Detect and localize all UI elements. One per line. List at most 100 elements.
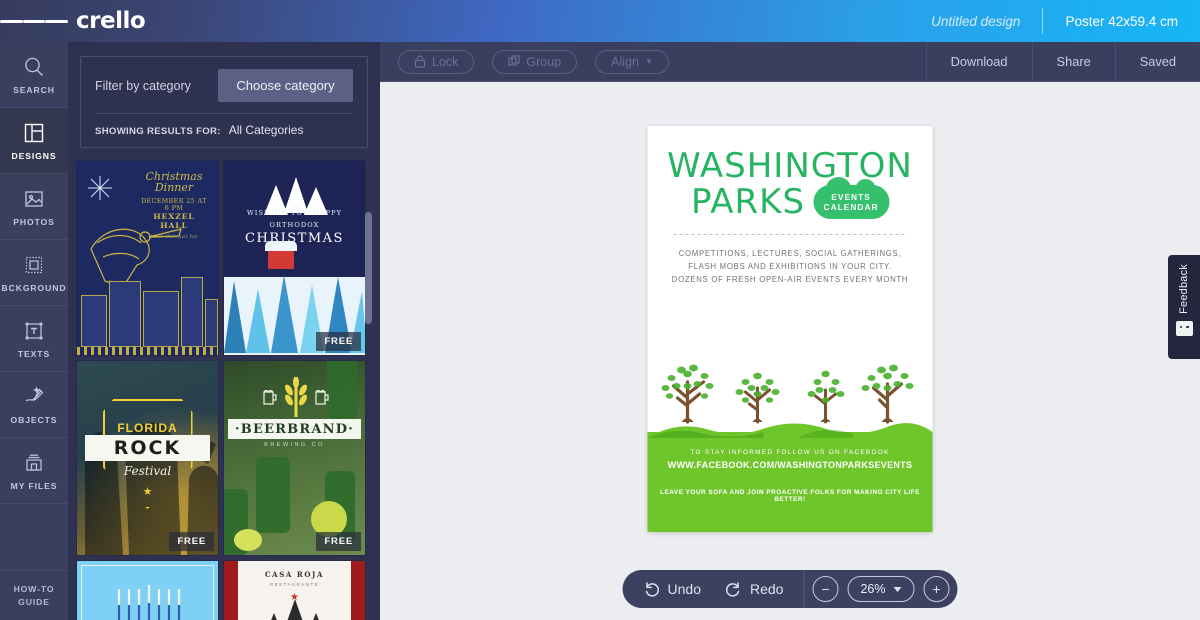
- group-button[interactable]: Group: [492, 49, 578, 74]
- card-line2: ORTHODOX: [269, 221, 320, 229]
- sidebar-label-background: BCKGROUND: [1, 283, 67, 293]
- filter-by-category-label: Filter by category: [95, 78, 191, 93]
- sidebar-item-background[interactable]: BCKGROUND: [0, 240, 68, 306]
- poster-body-line1: COMPETITIONS, LECTURES, SOCIAL GATHERING…: [678, 249, 902, 258]
- crello-editor-window: crello Untitled design Poster 42x59.4 cm…: [0, 0, 1200, 620]
- template-card-casa-roja[interactable]: CASA ROJA RESTAURANTE ★: [223, 560, 366, 620]
- poster-design[interactable]: WASHINGTON PARKS EVENTS CALENDAR COMPETI…: [647, 126, 933, 532]
- badge-line1: EVENTS: [831, 192, 871, 202]
- document-title-input[interactable]: Untitled design: [931, 14, 1042, 29]
- bottombar-divider: [803, 570, 805, 608]
- sidebar-item-my-files[interactable]: MY FILES: [0, 438, 68, 504]
- menorah-icon: [117, 585, 181, 620]
- sidebar-label-texts: TEXTS: [17, 349, 51, 359]
- how-to-guide-line1: HOW-TO: [13, 583, 55, 594]
- lock-label: Lock: [432, 54, 459, 69]
- tree-silhouette: [271, 599, 319, 620]
- zoom-level-value: 26%: [860, 582, 886, 596]
- poster-footer-line3: LEAVE YOUR SOFA AND JOIN PROACTIVE FOLKS…: [660, 489, 920, 503]
- group-label: Group: [526, 54, 562, 69]
- document-size-label[interactable]: Poster 42x59.4 cm: [1043, 14, 1200, 29]
- folder-icon: [23, 450, 45, 476]
- template-card-orthodox-christmas[interactable]: WISHING YOU HAPPY ORTHODOX CHRISTMAS FRE…: [223, 160, 366, 356]
- pen-star-icon: [23, 384, 45, 410]
- canvas-area[interactable]: WASHINGTON PARKS EVENTS CALENDAR COMPETI…: [380, 82, 1200, 620]
- panel-scrollbar[interactable]: [365, 160, 372, 620]
- sidebar-label-designs: DESIGNS: [11, 151, 57, 161]
- zoom-out-icon[interactable]: −: [812, 576, 839, 602]
- header-right-group: Untitled design Poster 42x59.4 cm: [931, 0, 1200, 42]
- left-tool-rail: SEARCH DESIGNS PHOTOS BCKGROUND TEXTS OB…: [0, 42, 68, 620]
- free-badge: FREE: [316, 332, 361, 351]
- template-grid: Christmas Dinner DECEMBER 25 AT 6 PM HEX…: [76, 160, 372, 620]
- card-line3: Festival: [123, 464, 172, 478]
- designs-panel: Filter by category Choose category SHOWI…: [68, 42, 380, 620]
- undo-button[interactable]: Undo: [631, 580, 713, 598]
- rock-ribbon: ROCK: [85, 435, 210, 461]
- poster-green-band: TO STAY INFORMED FOLLOW US ON FACEBOOK W…: [647, 423, 933, 532]
- redo-label: Redo: [749, 581, 784, 597]
- showing-results-row: SHOWING RESULTS FOR: All Categories: [95, 123, 353, 137]
- poster-body-line2: FLASH MOBS AND EXHIBITIONS IN YOUR CITY.: [688, 262, 892, 271]
- align-label: Align: [611, 54, 639, 69]
- hills-shape: [647, 423, 933, 438]
- lock-button[interactable]: Lock: [398, 49, 475, 74]
- image-icon: [23, 186, 45, 212]
- brand-logo[interactable]: crello: [76, 8, 146, 34]
- editor-toolbar: Lock Group Align ▼ Download Share Saved: [380, 41, 1200, 82]
- sidebar-item-photos[interactable]: PHOTOS: [0, 174, 68, 240]
- card-line1: CASA ROJA: [265, 570, 324, 579]
- group-icon: [508, 55, 521, 66]
- sidebar-item-objects[interactable]: OBJECTS: [0, 372, 68, 438]
- wheat-icon: [285, 377, 307, 417]
- template-card-florida-rock[interactable]: FLORIDA ROCK Festival ★ FREE: [76, 360, 219, 556]
- sidebar-item-designs[interactable]: DESIGNS: [0, 108, 68, 174]
- zoom-in-icon[interactable]: +: [923, 576, 950, 602]
- share-button[interactable]: Share: [1033, 42, 1115, 82]
- free-badge: FREE: [169, 532, 214, 551]
- card-line2: RESTAURANTE: [269, 582, 320, 587]
- beer-ribbon: ·BEERBRAND·: [228, 419, 361, 439]
- sidebar-label-objects: OBJECTS: [10, 415, 58, 425]
- card-line1: WISHING YOU HAPPY: [246, 209, 343, 217]
- poster-title-row: PARKS EVENTS CALENDAR: [648, 177, 933, 220]
- sidebar-label-search: SEARCH: [13, 85, 55, 95]
- undo-label: Undo: [667, 581, 701, 597]
- hamburger-menu-icon[interactable]: [0, 17, 69, 25]
- feedback-label: Feedback: [1178, 264, 1190, 314]
- zoom-level-select[interactable]: 26%: [847, 576, 915, 602]
- sidebar-label-my-files: MY FILES: [10, 481, 58, 491]
- template-card-beerbrand[interactable]: ·BEERBRAND· BREWING CO FREE: [223, 360, 366, 556]
- filter-divider: [95, 113, 353, 114]
- badge-line2: CALENDAR: [823, 202, 879, 212]
- filter-row: Filter by category Choose category: [95, 69, 353, 102]
- template-card-hanukkah[interactable]: [76, 560, 219, 620]
- events-calendar-badge: EVENTS CALENDAR: [813, 177, 890, 219]
- feedback-tab[interactable]: Feedback: [1168, 255, 1200, 359]
- chevron-down-icon: ▼: [644, 57, 653, 66]
- app-header: crello Untitled design Poster 42x59.4 cm: [0, 0, 1200, 42]
- free-badge: FREE: [316, 532, 361, 551]
- poster-title-line1: WASHINGTON: [667, 146, 913, 186]
- download-button[interactable]: Download: [927, 42, 1032, 82]
- undo-icon: [645, 582, 660, 597]
- template-card-christmas-dinner[interactable]: Christmas Dinner DECEMBER 25 AT 6 PM HEX…: [76, 160, 219, 356]
- filter-box: Filter by category Choose category SHOWI…: [80, 56, 368, 148]
- align-button[interactable]: Align ▼: [595, 49, 669, 74]
- sidebar-label-photos: PHOTOS: [13, 217, 55, 227]
- text-box-icon: [23, 318, 45, 344]
- card-line1: ·BEERBRAND·: [235, 421, 354, 437]
- sidebar-item-search[interactable]: SEARCH: [0, 42, 68, 108]
- redo-button[interactable]: Redo: [713, 580, 795, 598]
- sidebar-item-texts[interactable]: TEXTS: [0, 306, 68, 372]
- background-icon: [23, 252, 45, 278]
- choose-category-button[interactable]: Choose category: [218, 69, 353, 102]
- beer-mug-icon: [315, 389, 329, 405]
- search-icon: [23, 54, 45, 80]
- beer-mug-icon: [263, 389, 277, 405]
- panel-scroll-thumb[interactable]: [365, 212, 372, 324]
- card-line1: FLORIDA: [117, 421, 178, 435]
- how-to-guide-button[interactable]: HOW-TO GUIDE: [0, 570, 68, 620]
- lock-icon: [414, 55, 426, 68]
- saved-status[interactable]: Saved: [1116, 42, 1200, 82]
